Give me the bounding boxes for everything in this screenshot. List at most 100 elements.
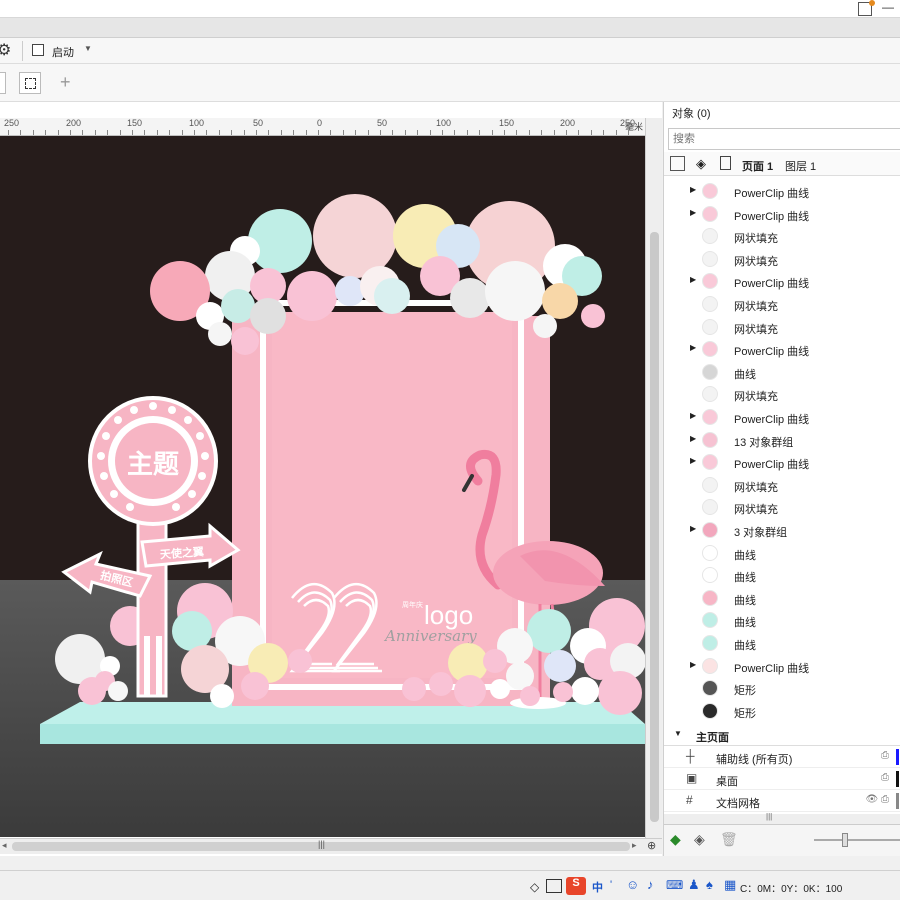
object-row[interactable]: ▶ PowerClip 曲线 [664, 180, 900, 202]
object-row[interactable]: 曲线 [664, 361, 900, 383]
page-frame-button[interactable] [19, 72, 41, 94]
ruler-tick [268, 130, 270, 135]
ruler-tick [94, 130, 96, 135]
object-row[interactable]: 网状填充 [664, 293, 900, 315]
add-page-icon[interactable]: + [60, 72, 71, 93]
object-row[interactable]: 曲线 [664, 564, 900, 586]
fill-icon[interactable]: ◇ [530, 880, 539, 894]
object-row[interactable]: ▶ PowerClip 曲线 [664, 655, 900, 677]
object-row[interactable]: 矩形 [664, 677, 900, 699]
gear-icon[interactable]: ⚙ [0, 43, 11, 59]
expand-arrow-icon[interactable]: ▶ [690, 185, 696, 194]
ruler-tick [132, 130, 133, 135]
object-row[interactable]: ▶ PowerClip 曲线 [664, 406, 900, 428]
print-icon[interactable]: ⎙ [881, 750, 889, 761]
ruler-tick [454, 130, 456, 135]
object-row[interactable]: ▶ PowerClip 曲线 [664, 203, 900, 225]
layer-label[interactable]: 图层 1 [785, 158, 816, 174]
docker-title: 对象 (0) [672, 108, 711, 120]
user-icon[interactable]: ♟ [688, 877, 700, 893]
master-item-guides[interactable]: ┼ 辅助线 (所有页) ⎙ [664, 746, 900, 768]
title-bar: — [0, 0, 900, 18]
expand-arrow-icon[interactable]: ▶ [690, 275, 696, 284]
toolbar-separator [22, 41, 23, 61]
stepper-control[interactable] [0, 72, 6, 94]
object-row[interactable]: 网状填充 [664, 496, 900, 518]
object-row[interactable]: 曲线 [664, 632, 900, 654]
objects-docker: 对象 (0) ◈ 页面 1 图层 1 ▶ PowerClip 曲线 ▶ PowerCl… [663, 102, 900, 856]
minimize-button[interactable]: — [882, 0, 894, 14]
docker-hscroll[interactable]: ||| [664, 812, 900, 824]
skin-icon[interactable]: ♠ [706, 877, 713, 892]
scroll-right-icon[interactable]: ▸ [632, 840, 637, 851]
master-page-title: 主页面 [696, 732, 729, 744]
expand-arrow-icon[interactable]: ▶ [690, 411, 696, 420]
layer-options-icon[interactable] [670, 156, 685, 171]
ime-logo-icon[interactable]: S [566, 877, 586, 895]
object-row[interactable]: ▶ PowerClip 曲线 [664, 270, 900, 292]
object-row[interactable]: 曲线 [664, 609, 900, 631]
ruler-tick [541, 130, 543, 135]
page-label[interactable]: 页面 1 [742, 158, 773, 174]
zoom-icon[interactable]: ⊕ [647, 839, 656, 852]
zoom-slider-handle[interactable] [842, 833, 848, 847]
object-thumbnail-icon [702, 544, 718, 561]
object-thumbnail-icon [702, 522, 718, 538]
emoji-icon[interactable]: ☺ [626, 877, 639, 892]
drawing-canvas[interactable]: 周年庆 logo Anniversary 主题 天使之翼 拍照区 [0, 136, 645, 837]
object-label: 网状填充 [734, 255, 778, 268]
scroll-left-icon[interactable]: ◂ [2, 840, 7, 851]
ruler-tick [553, 130, 555, 135]
zoom-slider[interactable] [814, 839, 900, 841]
object-row[interactable]: 网状填充 [664, 248, 900, 270]
expand-arrow-icon[interactable]: ▶ [690, 208, 696, 217]
object-row[interactable]: 曲线 [664, 542, 900, 564]
status-bar: ◇ S 中 ' ☺ ♪ ⌨ ♟ ♠ ▦ C：0M：0Y：0K：100 [0, 870, 900, 900]
punctuation-icon[interactable]: ' [610, 879, 612, 891]
launch-dropdown[interactable]: 启动 ▼ [30, 42, 100, 60]
ruler-tick [243, 130, 245, 135]
horizontal-scrollbar[interactable]: ◂ ||| ▸ ⊕ [0, 838, 662, 854]
object-row[interactable]: 网状填充 [664, 316, 900, 338]
expand-arrow-icon[interactable]: ▶ [690, 660, 696, 669]
object-row[interactable]: 曲线 [664, 587, 900, 609]
object-row[interactable]: ▶ PowerClip 曲线 [664, 451, 900, 473]
master-item-grid[interactable]: # 文档网格 👁 ⎙ [664, 790, 900, 812]
expand-arrow-icon[interactable]: ▶ [690, 524, 696, 533]
expand-arrow-icon[interactable]: ▶ [690, 343, 696, 352]
standard-toolbar: ⚙ 启动 ▼ [0, 38, 900, 64]
search-input[interactable] [668, 128, 900, 150]
account-icon[interactable] [858, 0, 875, 16]
master-item-desktop[interactable]: ▣ 桌面 ⎙ [664, 768, 900, 790]
print-icon[interactable]: ⎙ [881, 772, 889, 783]
expand-arrow-icon[interactable]: ▶ [690, 456, 696, 465]
object-row[interactable]: 矩形 [664, 700, 900, 722]
new-master-layer-icon[interactable]: ◈ [694, 831, 705, 848]
object-row[interactable]: 网状填充 [664, 383, 900, 405]
master-item-label: 文档网格 [716, 798, 760, 810]
grid-menu-icon[interactable]: ▦ [724, 877, 736, 893]
object-thumbnail-icon [702, 612, 718, 629]
vertical-scrollbar[interactable] [645, 118, 662, 838]
mic-icon[interactable]: ♪ [647, 877, 654, 892]
object-row[interactable]: ▶ 3 对象群组 [664, 519, 900, 541]
new-layer-icon[interactable]: ◆ [670, 831, 681, 848]
layers-icon[interactable]: ◈ [696, 156, 706, 172]
object-row[interactable]: ▶ PowerClip 曲线 [664, 338, 900, 360]
expand-arrow-icon[interactable]: ▶ [690, 434, 696, 443]
delete-icon[interactable]: 🗑 [720, 831, 738, 848]
outline-swatch[interactable] [546, 879, 562, 893]
object-row[interactable]: ▶ 13 对象群组 [664, 429, 900, 451]
keyboard-icon[interactable]: ⌨ [666, 878, 683, 892]
master-page-header[interactable]: ▼ 主页面 [664, 724, 900, 746]
grid-icon: # [686, 793, 693, 807]
ime-mode-label[interactable]: 中 [592, 879, 603, 895]
object-row[interactable]: 网状填充 [664, 474, 900, 496]
object-row[interactable]: 网状填充 [664, 225, 900, 247]
collapse-icon[interactable]: ▼ [674, 729, 682, 738]
horizontal-ruler[interactable]: 250 200 150 100 50 0 50 100 150 200 250 … [0, 118, 645, 136]
ruler-tick [392, 130, 394, 135]
page-layer-bar: ◈ 页面 1 图层 1 [664, 152, 900, 176]
scroll-thumb[interactable] [650, 232, 659, 822]
visibility-icon[interactable]: 👁 ⎙ [866, 794, 889, 805]
